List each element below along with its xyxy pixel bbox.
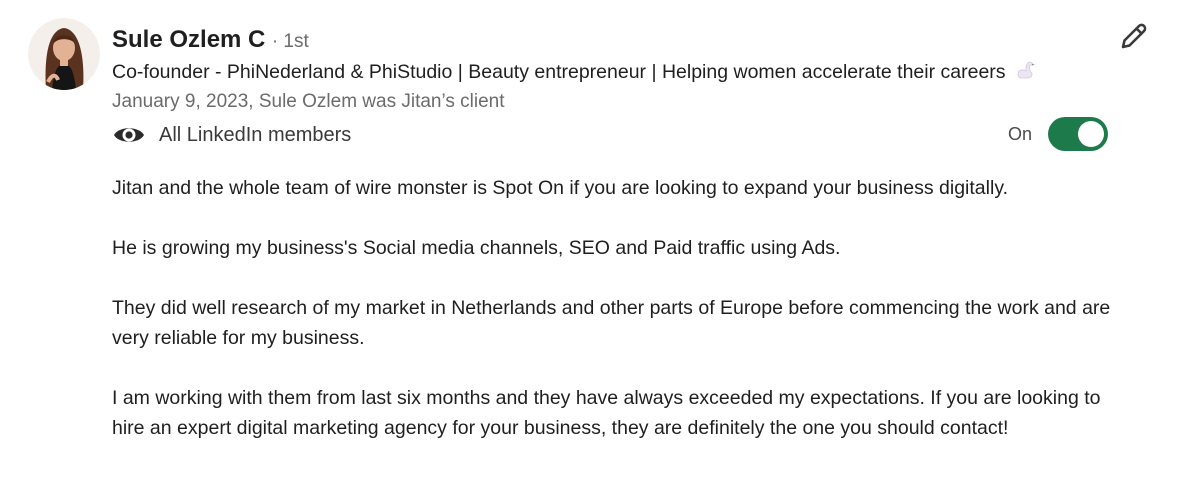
avatar-photo (28, 18, 100, 90)
toggle-label: On (1007, 123, 1032, 144)
recommendation-meta: January 9, 2023, Sule Ozlem was Jitan’s … (112, 91, 505, 112)
author-name-row: Sule Ozlem C · 1st (112, 26, 309, 54)
visibility-toggle-group: On (1008, 117, 1108, 151)
swan-icon (1015, 60, 1037, 86)
pencil-icon (1121, 23, 1147, 49)
visibility-toggle[interactable] (1048, 117, 1108, 151)
author-name[interactable]: Sule Ozlem C (112, 26, 265, 53)
recommendation-paragraph: I am working with them from last six mon… (112, 387, 1101, 439)
recommendation-body: Jitan and the whole team of wire monster… (112, 173, 1122, 473)
recommendation-paragraph: They did well research of my market in N… (112, 297, 1111, 349)
connection-degree: · 1st (271, 31, 309, 52)
visibility-label: All LinkedIn members (159, 123, 352, 146)
edit-button[interactable] (1116, 20, 1150, 54)
recommendation-paragraph: Jitan and the whole team of wire monster… (112, 177, 1009, 199)
recommendation-paragraph: He is growing my business's Social media… (112, 237, 841, 259)
author-headline: Co-founder - PhiNederland & PhiStudio | … (112, 60, 1037, 86)
visibility-setting[interactable]: All LinkedIn members (112, 120, 351, 150)
eye-icon (112, 123, 146, 147)
avatar[interactable] (28, 18, 100, 90)
author-headline-text: Co-founder - PhiNederland & PhiStudio | … (112, 61, 1006, 83)
toggle-knob (1078, 121, 1104, 147)
